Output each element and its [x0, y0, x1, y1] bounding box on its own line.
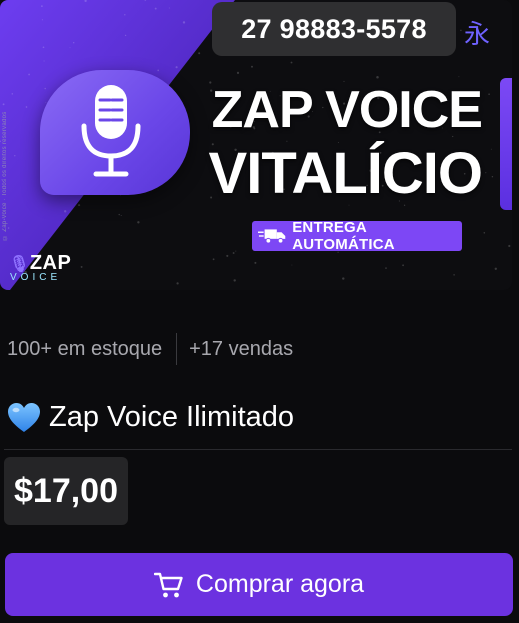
banner-right-accent	[500, 78, 512, 210]
buy-now-label: Comprar agora	[195, 570, 365, 598]
phone-number-tag: 27 98883-5578	[212, 2, 456, 56]
blue-heart-icon	[8, 402, 40, 432]
sales-count: +17 vendas	[189, 337, 294, 360]
banner-title-line2: VITALÍCIO	[208, 141, 483, 206]
stock-stats-row: 100+ em estoque +17 vendas	[7, 333, 293, 365]
delivery-truck-icon	[258, 229, 286, 244]
section-divider	[4, 449, 512, 450]
brand-logo-voice: VOICE	[10, 272, 62, 283]
microphone-icon	[81, 85, 141, 177]
price-tag: $17,00	[4, 457, 128, 525]
delivery-badge: ENTREGA AUTOMÁTICA	[252, 219, 462, 253]
product-title-row: Zap Voice Ilimitado	[7, 401, 294, 434]
buy-now-button[interactable]: Comprar agora	[5, 553, 513, 616]
side-copyright-text: © Zap Voice · Todos os direitos reservad…	[2, 111, 8, 240]
stock-count: 100+ em estoque	[7, 337, 163, 360]
stats-divider	[176, 333, 178, 365]
product-title: Zap Voice Ilimitado	[49, 401, 295, 433]
corner-glyph: 永	[464, 20, 491, 50]
delivery-badge-label: ENTREGA AUTOMÁTICA	[292, 219, 395, 253]
microphone-bubble	[40, 70, 190, 195]
banner-title-line1: ZAP VOICE	[211, 81, 483, 139]
cart-icon	[153, 572, 183, 597]
